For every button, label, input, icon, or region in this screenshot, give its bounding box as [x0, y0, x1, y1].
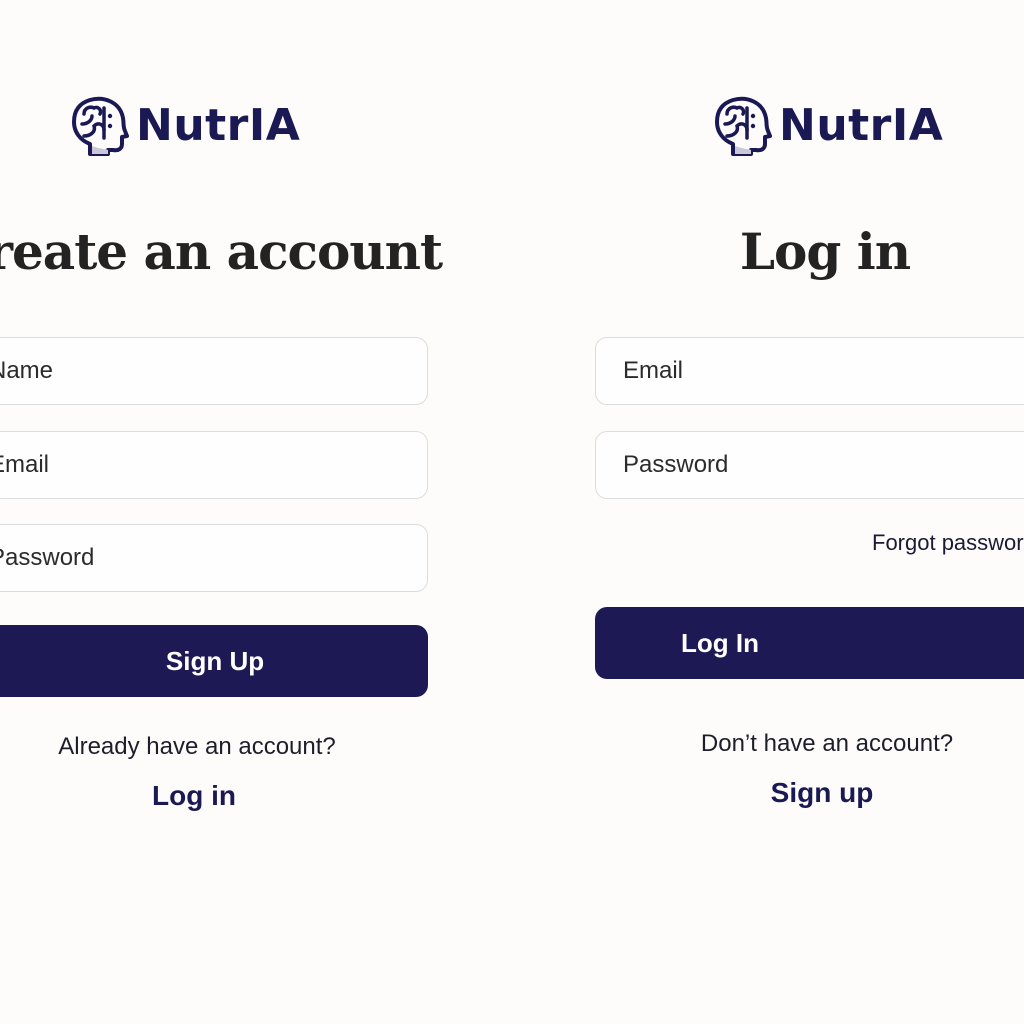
head-brain-icon	[715, 96, 772, 156]
log-in-button[interactable]: Log In	[595, 607, 1024, 679]
email-field[interactable]	[0, 431, 428, 499]
signup-title: Create an account	[0, 222, 443, 281]
head-brain-icon	[72, 96, 129, 156]
sign-up-button-label: Sign Up	[165, 645, 265, 676]
log-in-link[interactable]: Log in	[0, 780, 388, 812]
signup-panel: NutrIA Create an account Sign Up Already…	[0, 0, 520, 1024]
log-in-button-label: Log In	[681, 627, 759, 658]
signup-switch-prompt: Already have an account?	[58, 733, 336, 760]
email-field[interactable]	[595, 337, 1024, 405]
forgot-password-link[interactable]: Forgot password?	[872, 530, 1024, 556]
sign-up-link[interactable]: Sign up	[620, 777, 1024, 809]
password-field[interactable]	[595, 431, 1024, 499]
name-field[interactable]	[0, 337, 428, 405]
sign-up-button[interactable]: Sign Up	[0, 625, 428, 697]
login-title: Log in	[739, 222, 911, 281]
login-panel: NutrIA Log in Forgot password? Log In Do…	[520, 0, 1024, 1024]
login-switch-prompt: Don’t have an account?	[700, 730, 954, 757]
brand-logo: NutrIA	[713, 94, 943, 156]
brand-name: NutrIA	[136, 99, 301, 151]
brand-name: NutrIA	[779, 99, 944, 151]
password-field[interactable]	[0, 524, 428, 592]
brand-logo: NutrIA	[70, 94, 300, 156]
